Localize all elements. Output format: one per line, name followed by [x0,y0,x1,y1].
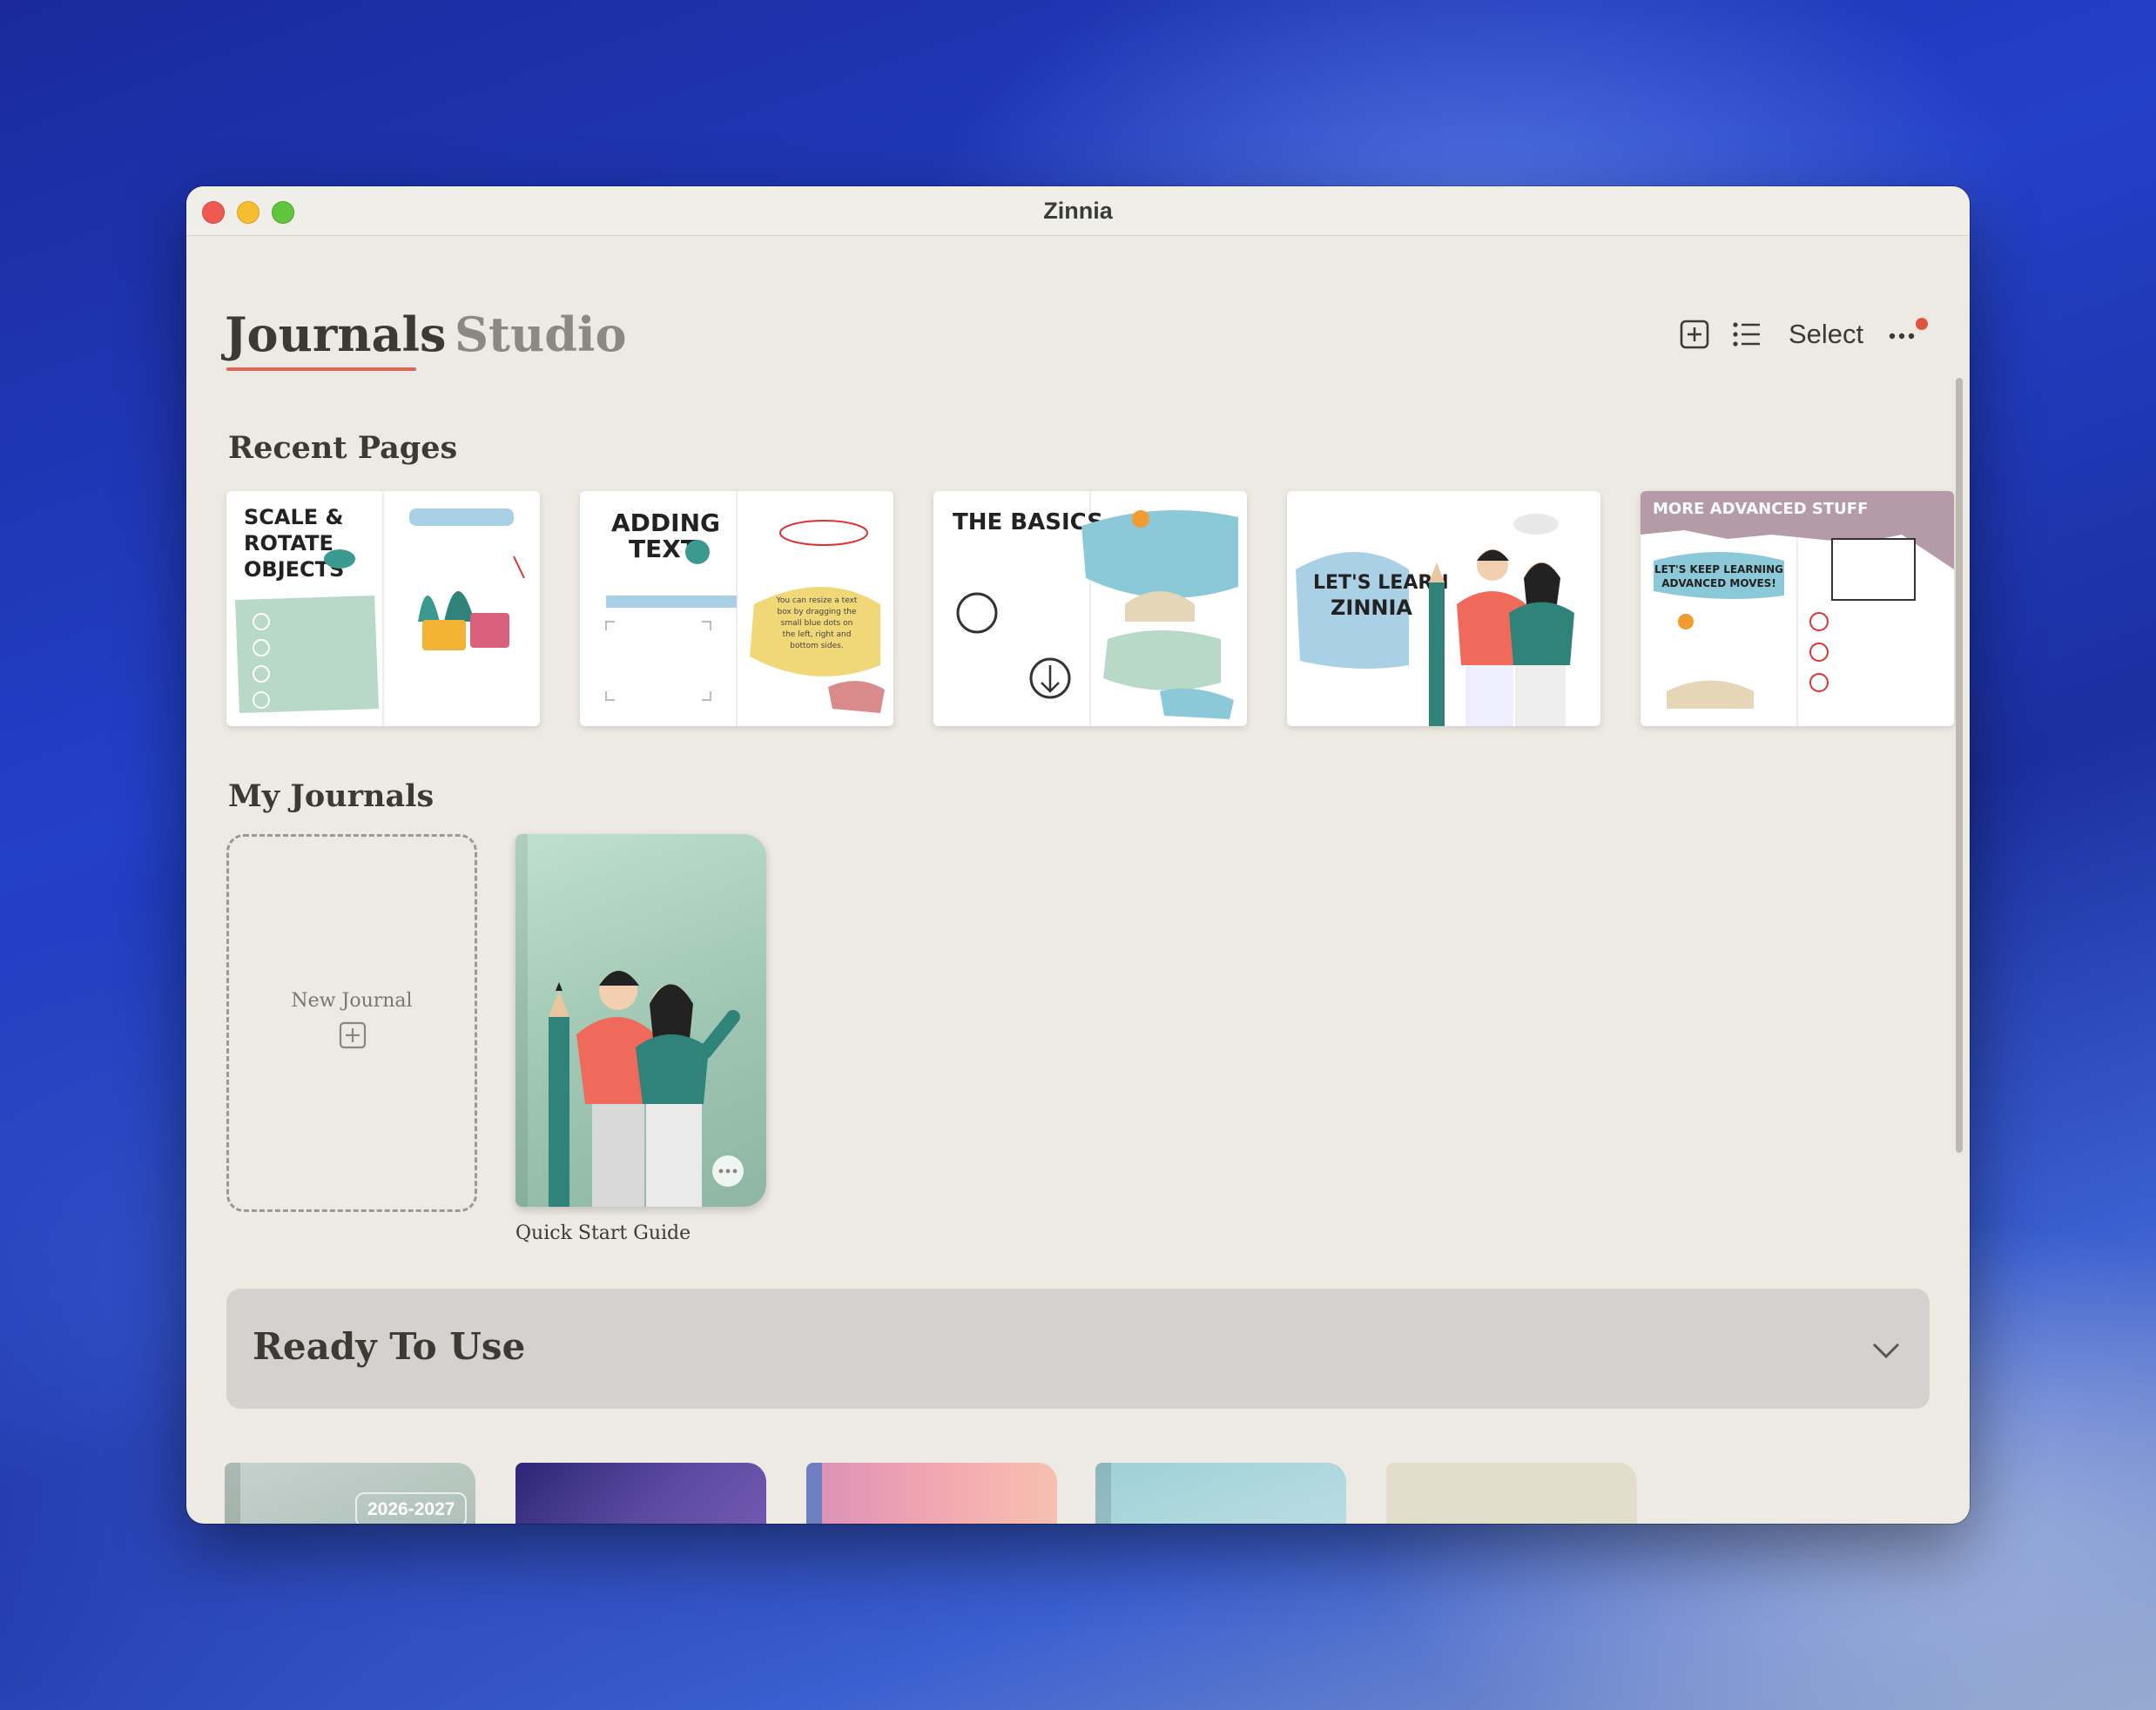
template-cover[interactable] [806,1463,1057,1524]
tab-journals[interactable]: Journals [225,306,446,362]
template-year-badge: 2026-2027 [355,1492,468,1524]
template-cover[interactable] [515,1463,766,1524]
svg-text:the left, right and: the left, right and [783,630,852,639]
plus-square-icon[interactable] [1679,319,1710,350]
svg-text:bottom sides.: bottom sides. [790,642,843,650]
select-button[interactable]: Select [1789,319,1863,350]
svg-text:You can resize a text: You can resize a text [776,596,858,605]
new-journal-label: New Journal [291,990,413,1012]
card-heading: MORE ADVANCED STUFF [1653,500,1868,518]
card-heading: ROTATE [244,531,334,555]
cover-spine [225,1463,240,1524]
recent-page-card[interactable]: LET'S LEARN ZINNIA [1287,491,1600,726]
svg-text:small blue dots on: small blue dots on [781,619,853,628]
ready-to-use-section[interactable]: Ready To Use [226,1289,1930,1409]
cover-spine [1095,1463,1111,1524]
svg-text:box by dragging the: box by dragging the [778,608,857,616]
recent-pages-title: Recent Pages [228,430,458,466]
card-heading: LET'S LEARN [1313,572,1449,594]
recent-page-card[interactable]: MORE ADVANCED STUFF LET'S KEEP LEARNING … [1641,491,1954,726]
card-heading: ZINNIA [1331,596,1412,620]
recent-page-card[interactable]: ADDING TEXT You can resize a text box by… [580,491,893,726]
cover-spine [806,1463,822,1524]
active-tab-indicator [226,367,416,371]
template-cover[interactable]: 2026-2027 [225,1463,475,1524]
title-bar: Zinnia [186,186,1970,236]
journal-title: Quick Start Guide [515,1222,691,1244]
template-cover[interactable] [1095,1463,1346,1524]
plus-square-icon [339,1021,367,1049]
journal-cover[interactable] [515,834,766,1207]
ellipsis-icon[interactable] [712,1155,744,1187]
recent-page-card[interactable]: SCALE & ROTATE OBJECTS [226,491,540,726]
svg-text:LET'S KEEP LEARNING: LET'S KEEP LEARNING [1654,563,1783,576]
template-cover[interactable] [1386,1463,1637,1524]
cover-illustration [549,971,740,1207]
chevron-down-icon[interactable] [1869,1332,1903,1367]
recent-page-card[interactable]: THE BASICS [933,491,1247,726]
list-icon[interactable] [1731,319,1762,350]
card-heading: SCALE & [244,505,343,529]
app-window: Zinnia Journals Studio Select Recent Pag… [186,186,1970,1524]
my-journals-title: My Journals [228,778,435,814]
scrollbar[interactable] [1956,378,1963,1153]
card-heading: THE BASICS [953,509,1103,535]
svg-text:ADVANCED MOVES!: ADVANCED MOVES! [1661,577,1776,589]
notification-dot [1916,318,1928,330]
tab-studio[interactable]: Studio [455,306,627,362]
card-heading: ADDING [611,508,720,537]
window-title: Zinnia [1043,198,1113,224]
new-journal-button[interactable]: New Journal [226,834,477,1212]
ellipsis-icon[interactable] [1887,317,1936,348]
ready-to-use-title: Ready To Use [253,1325,526,1368]
